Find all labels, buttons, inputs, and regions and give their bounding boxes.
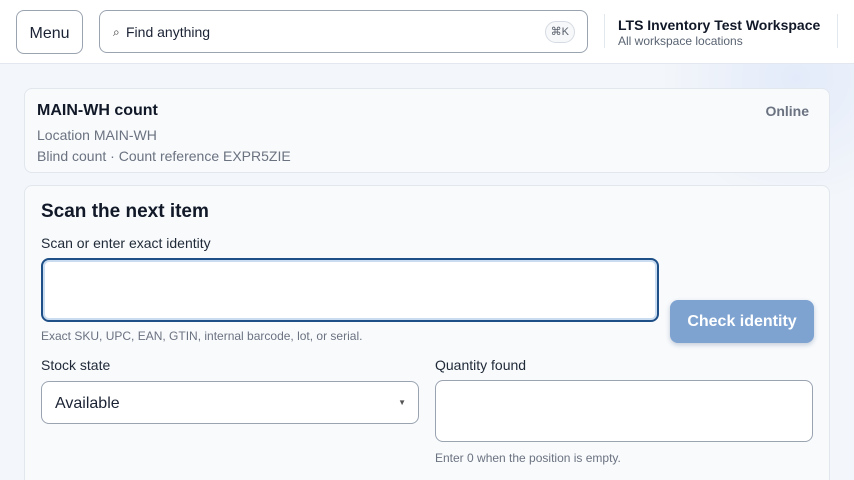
scan-title: Scan the next item [41,201,209,222]
menu-button[interactable]: Menu [16,10,83,54]
global-search[interactable]: ⌕ Find anything ⌘K [99,10,588,53]
workspace-divider-right [837,14,838,48]
search-icon: ⌕ [113,25,120,39]
quantity-hint: Enter 0 when the position is empty. [435,451,621,465]
count-reference: Blind count · Count reference EXPR5ZIE [37,148,291,164]
identity-input[interactable] [41,258,659,322]
identity-hint: Exact SKU, UPC, EAN, GTIN, internal barc… [41,329,363,343]
chevron-down-icon: ▼ [398,398,406,407]
stock-state-select[interactable]: Available ▼ [41,381,419,424]
status-badge: Online [765,103,809,119]
stock-state-value: Available [55,395,120,412]
identity-label: Scan or enter exact identity [41,235,211,251]
workspace-divider-left [604,14,605,48]
quantity-input[interactable] [435,380,813,442]
count-title: MAIN-WH count [37,102,158,119]
check-identity-button[interactable]: Check identity [670,300,814,343]
count-location: Location MAIN-WH [37,127,157,143]
stock-state-label: Stock state [41,357,111,373]
top-bar: Menu ⌕ Find anything ⌘K LTS Inventory Te… [0,0,854,64]
workspace-subtitle: All workspace locations [618,34,743,48]
quantity-label: Quantity found [435,357,527,373]
scan-card: Scan the next item Scan or enter exact i… [24,185,830,480]
workspace-title[interactable]: LTS Inventory Test Workspace [618,17,820,33]
search-shortcut-badge: ⌘K [544,21,575,43]
search-input[interactable]: Find anything [126,24,210,40]
count-summary-card: MAIN-WH count Online Location MAIN-WH Bl… [24,88,830,173]
